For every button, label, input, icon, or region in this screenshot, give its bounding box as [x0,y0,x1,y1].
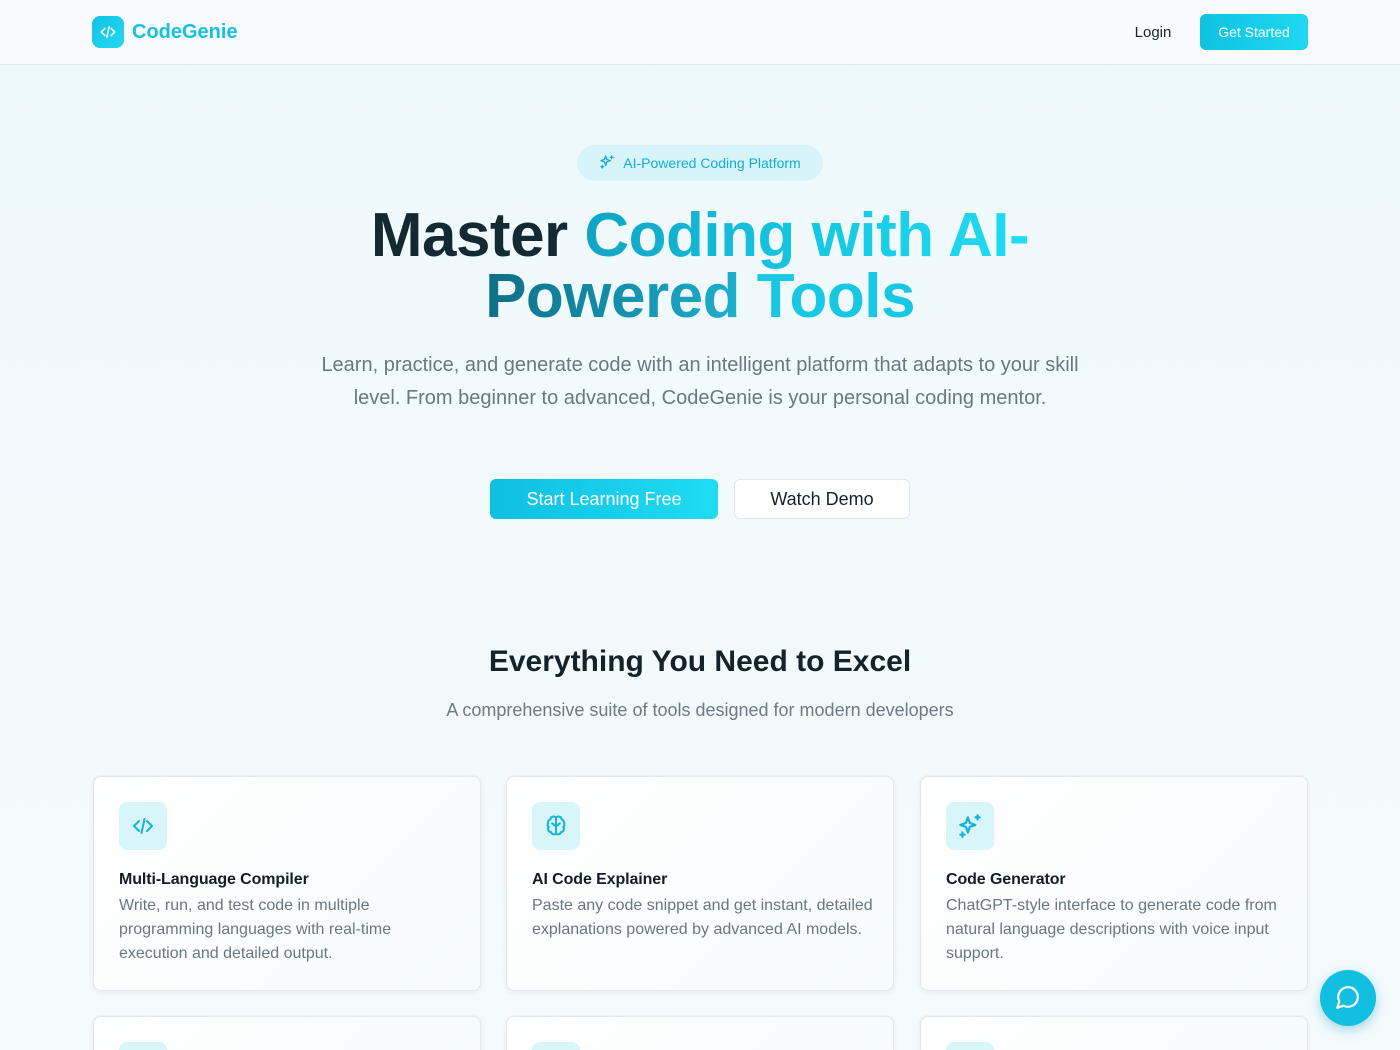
sparkles-icon [946,802,994,850]
hero-title-part1: Master [370,201,585,270]
features-subtitle: A comprehensive suite of tools designed … [446,700,954,720]
code-icon [119,802,167,850]
login-link[interactable]: Login [1120,14,1186,50]
feature-icon [119,1042,167,1050]
feature-card-title: AI Code Explainer [532,871,668,888]
hero-title-part2: Coding with AI- [584,201,1030,270]
feature-card-description: Paste any code snippet and get instant, … [532,897,873,938]
chat-bubble-icon [1335,984,1361,1013]
feature-card-description: ChatGPT-style interface to generate code… [946,897,1277,962]
watch-demo-button[interactable]: Watch Demo [734,479,910,519]
feature-card-compiler[interactable]: Multi-Language Compiler Write, run, and … [93,776,481,991]
feature-icon [946,1042,994,1050]
start-learning-button[interactable]: Start Learning Free [490,479,718,519]
feature-card-row2-2[interactable] [506,1016,894,1050]
hero-title-part4: Tools [756,262,916,331]
features-title: Everything You Need to Excel [488,645,912,678]
feature-card-row2-3[interactable] [920,1016,1308,1050]
platform-badge: AI-Powered Coding Platform [577,145,823,181]
chat-button[interactable] [1320,970,1376,1026]
code-logo-icon [92,16,124,48]
sparkles-icon [599,154,615,173]
feature-card-description: Write, run, and test code in multiple pr… [119,897,392,962]
top-navbar: CodeGenie Login Get Started [0,0,1400,65]
feature-card-generator[interactable]: Code Generator ChatGPT-style interface t… [920,776,1308,991]
hero-subtitle: Learn, practice, and generate code with … [321,354,1079,409]
hero-title-part3: Powered [485,262,757,331]
hero-title: Master Coding with AI- Powered Tools [300,205,1100,328]
badge-label: AI-Powered Coding Platform [623,155,801,171]
feature-icon [532,1042,580,1050]
feature-card-title: Code Generator [946,871,1066,888]
brain-icon [532,802,580,850]
feature-card-title: Multi-Language Compiler [119,871,309,888]
feature-card-explainer[interactable]: AI Code Explainer Paste any code snippet… [506,776,894,991]
get-started-button[interactable]: Get Started [1200,14,1308,50]
brand-name: CodeGenie [132,20,238,43]
feature-card-row2-1[interactable] [93,1016,481,1050]
brand[interactable]: CodeGenie [92,16,238,48]
